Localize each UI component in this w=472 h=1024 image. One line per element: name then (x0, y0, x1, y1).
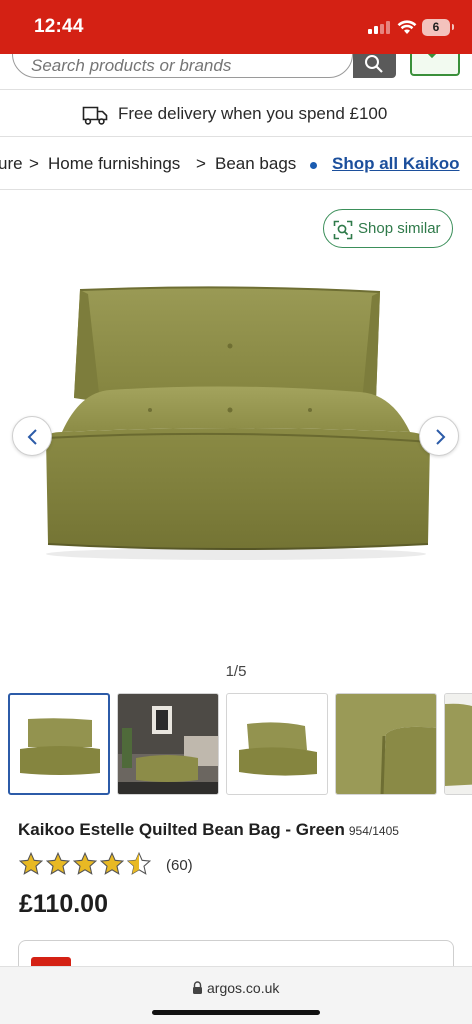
product-title-text: Kaikoo Estelle Quilted Bean Bag - Green (18, 820, 345, 839)
thumbnail-strip (0, 692, 472, 796)
search-icon (365, 55, 383, 73)
delivery-banner: Free delivery when you spend £100 (0, 91, 472, 137)
search-header (0, 54, 472, 90)
thumbnail-5[interactable] (444, 693, 472, 795)
thumbnail-2[interactable] (117, 693, 219, 795)
status-bar: 12:44 6 (0, 0, 472, 54)
battery-indicator: 6 (422, 19, 454, 36)
thumbnail-4[interactable] (335, 693, 437, 795)
breadcrumb: ure > Home furnishings > Bean bags Shop … (0, 138, 472, 190)
shop-similar-label: Shop similar (358, 220, 441, 237)
chevron-right-icon: > (196, 154, 206, 173)
trolley-icon[interactable] (410, 54, 460, 76)
product-image[interactable] (40, 282, 432, 564)
star-half-icon (126, 851, 152, 875)
thumbnail-3[interactable] (226, 693, 328, 795)
cellular-signal-icon (368, 21, 390, 34)
delivery-van-icon (82, 106, 108, 125)
product-title: Kaikoo Estelle Quilted Bean Bag - Green 9… (18, 820, 399, 840)
trolley-check-icon (427, 54, 437, 59)
browser-url-bar[interactable]: argos.co.uk (0, 966, 472, 1024)
thumbnail-image (445, 694, 472, 794)
bullet-dot-icon (310, 162, 317, 169)
breadcrumb-item-furniture[interactable]: ure (0, 154, 23, 174)
previous-image-button[interactable] (12, 416, 52, 456)
thumbnail-image (20, 718, 100, 775)
delivery-text: Free delivery when you spend £100 (118, 104, 388, 123)
thumbnail-image (118, 694, 218, 794)
thumbnail-image (239, 722, 317, 776)
next-image-button[interactable] (419, 416, 459, 456)
search-button[interactable] (353, 54, 396, 78)
product-code: 954/1405 (348, 824, 399, 838)
thumbnail-1[interactable] (8, 693, 110, 795)
shop-all-brand-link[interactable]: Shop all Kaikoo (332, 154, 460, 174)
star-full-icon (45, 851, 71, 875)
star-full-icon (99, 851, 125, 875)
star-full-icon (72, 851, 98, 875)
breadcrumb-item-home-furnishings[interactable]: Home furnishings (48, 154, 180, 174)
chevron-right-icon: > (29, 154, 39, 173)
url-text: argos.co.uk (207, 980, 280, 996)
lock-icon (193, 981, 202, 994)
product-price: £110.00 (19, 890, 108, 918)
star-full-icon (18, 851, 44, 875)
visual-search-icon (333, 220, 353, 240)
shop-similar-button[interactable]: Shop similar (323, 209, 453, 248)
review-count[interactable]: (60) (166, 857, 193, 874)
search-input[interactable] (12, 54, 353, 78)
status-time: 12:44 (34, 16, 84, 37)
chevron-right-icon (436, 429, 446, 445)
image-counter: 1/5 (225, 663, 247, 680)
chevron-left-icon (27, 429, 37, 445)
home-indicator (152, 1010, 320, 1015)
breadcrumb-item-bean-bags[interactable]: Bean bags (215, 154, 296, 174)
thumbnail-image (336, 694, 436, 794)
wifi-icon (397, 20, 417, 34)
